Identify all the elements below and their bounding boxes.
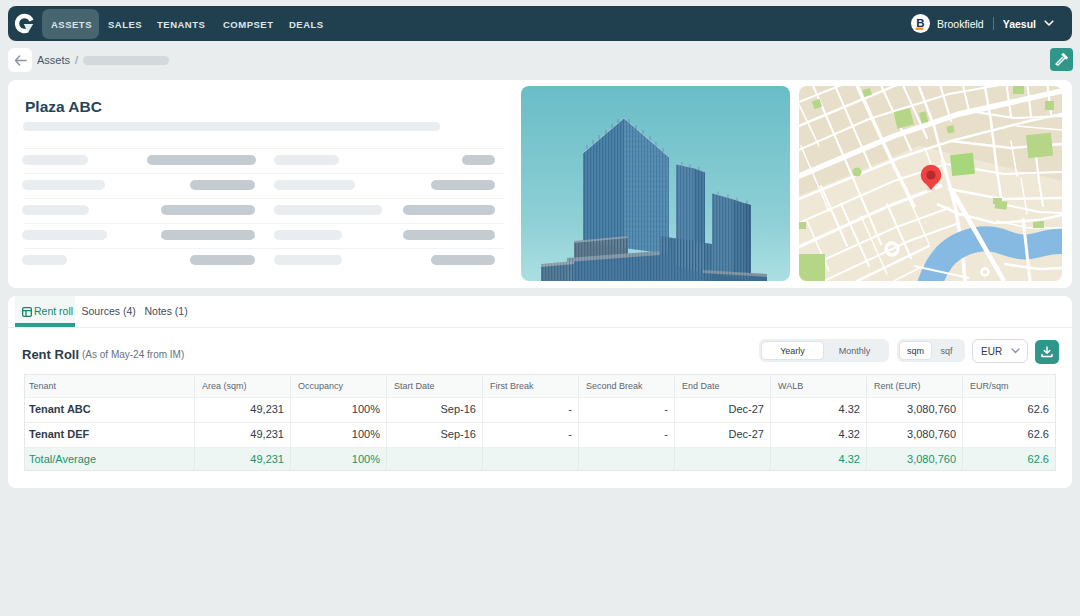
svg-text:B: B: [916, 17, 924, 29]
